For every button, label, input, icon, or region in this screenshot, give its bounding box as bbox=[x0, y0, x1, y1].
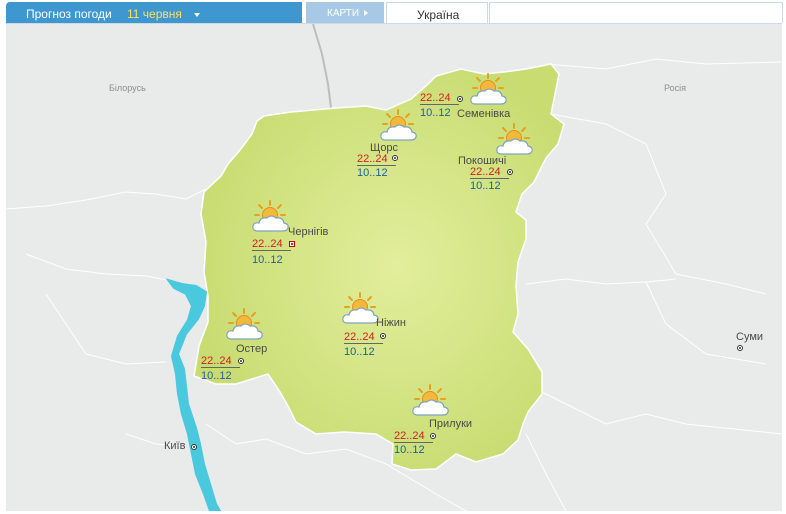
city-label-sumy: Суми bbox=[736, 331, 764, 343]
city-label: Семенівка bbox=[457, 108, 511, 120]
capital-marker[interactable] bbox=[289, 241, 295, 247]
temp-min: 10..12 bbox=[394, 444, 425, 456]
sun-behind-cloud-icon bbox=[251, 200, 290, 232]
forecast-date-tab[interactable]: Прогноз погоди 11 червня bbox=[6, 2, 302, 24]
maps-label[interactable]: КАРТИ bbox=[327, 8, 359, 19]
chevron-right-icon bbox=[364, 10, 368, 16]
temp-min: 10..12 bbox=[201, 370, 232, 382]
temp-max: 22..24 bbox=[252, 238, 291, 251]
temp-max: 22..24 bbox=[470, 166, 509, 179]
city-label: Чернігів bbox=[288, 226, 329, 238]
temp-max: 22..24 bbox=[394, 430, 433, 443]
weather-map: Білорусь Росія Семенівка 22..24 10..12 Щ… bbox=[6, 24, 782, 511]
tab-ukraine[interactable]: Україна bbox=[386, 2, 488, 23]
city-marker[interactable] bbox=[380, 333, 386, 339]
temp-max: 22..24 bbox=[357, 153, 396, 166]
maps-tab[interactable]: КАРТИ bbox=[306, 2, 384, 24]
city-marker[interactable] bbox=[457, 96, 463, 102]
railway-line bbox=[312, 24, 332, 109]
chevron-down-icon[interactable] bbox=[194, 13, 200, 17]
temp-max: 22..24 bbox=[420, 92, 459, 105]
city-marker-kyiv[interactable] bbox=[191, 444, 197, 450]
city-label: Ніжин bbox=[376, 317, 406, 329]
temp-min: 10..12 bbox=[252, 254, 283, 266]
tab-ukraine-label[interactable]: Україна bbox=[417, 8, 459, 22]
city-marker[interactable] bbox=[392, 155, 398, 161]
city-marker[interactable] bbox=[507, 169, 513, 175]
date-dropdown[interactable]: 11 червня bbox=[127, 7, 182, 21]
top-bar: Прогноз погоди 11 червня КАРТИ Україна bbox=[0, 0, 786, 24]
city-label: Прилуки bbox=[429, 418, 473, 430]
sun-behind-cloud-icon bbox=[469, 73, 508, 105]
city-label: Остер bbox=[236, 343, 268, 355]
sun-behind-cloud-icon bbox=[495, 123, 534, 155]
city-marker-sumy[interactable] bbox=[737, 345, 743, 351]
tab-strip-filler bbox=[489, 2, 783, 23]
temp-min: 10..12 bbox=[344, 346, 375, 358]
sun-behind-cloud-icon bbox=[411, 384, 450, 416]
forecast-label: Прогноз погоди bbox=[26, 7, 112, 21]
city-marker[interactable] bbox=[238, 358, 244, 364]
city-label-kyiv: Київ bbox=[164, 440, 186, 452]
temp-min: 10..12 bbox=[357, 167, 388, 179]
sun-behind-cloud-icon bbox=[225, 308, 264, 340]
temp-min: 10..12 bbox=[420, 107, 451, 119]
sun-behind-cloud-icon bbox=[341, 292, 380, 324]
country-russia: Росія bbox=[664, 83, 686, 93]
temp-max: 22..24 bbox=[344, 331, 383, 344]
city-marker[interactable] bbox=[430, 433, 436, 439]
temp-min: 10..12 bbox=[470, 180, 501, 192]
sun-behind-cloud-icon bbox=[379, 109, 418, 141]
temp-max: 22..24 bbox=[201, 355, 240, 368]
country-belarus: Білорусь bbox=[109, 83, 146, 93]
